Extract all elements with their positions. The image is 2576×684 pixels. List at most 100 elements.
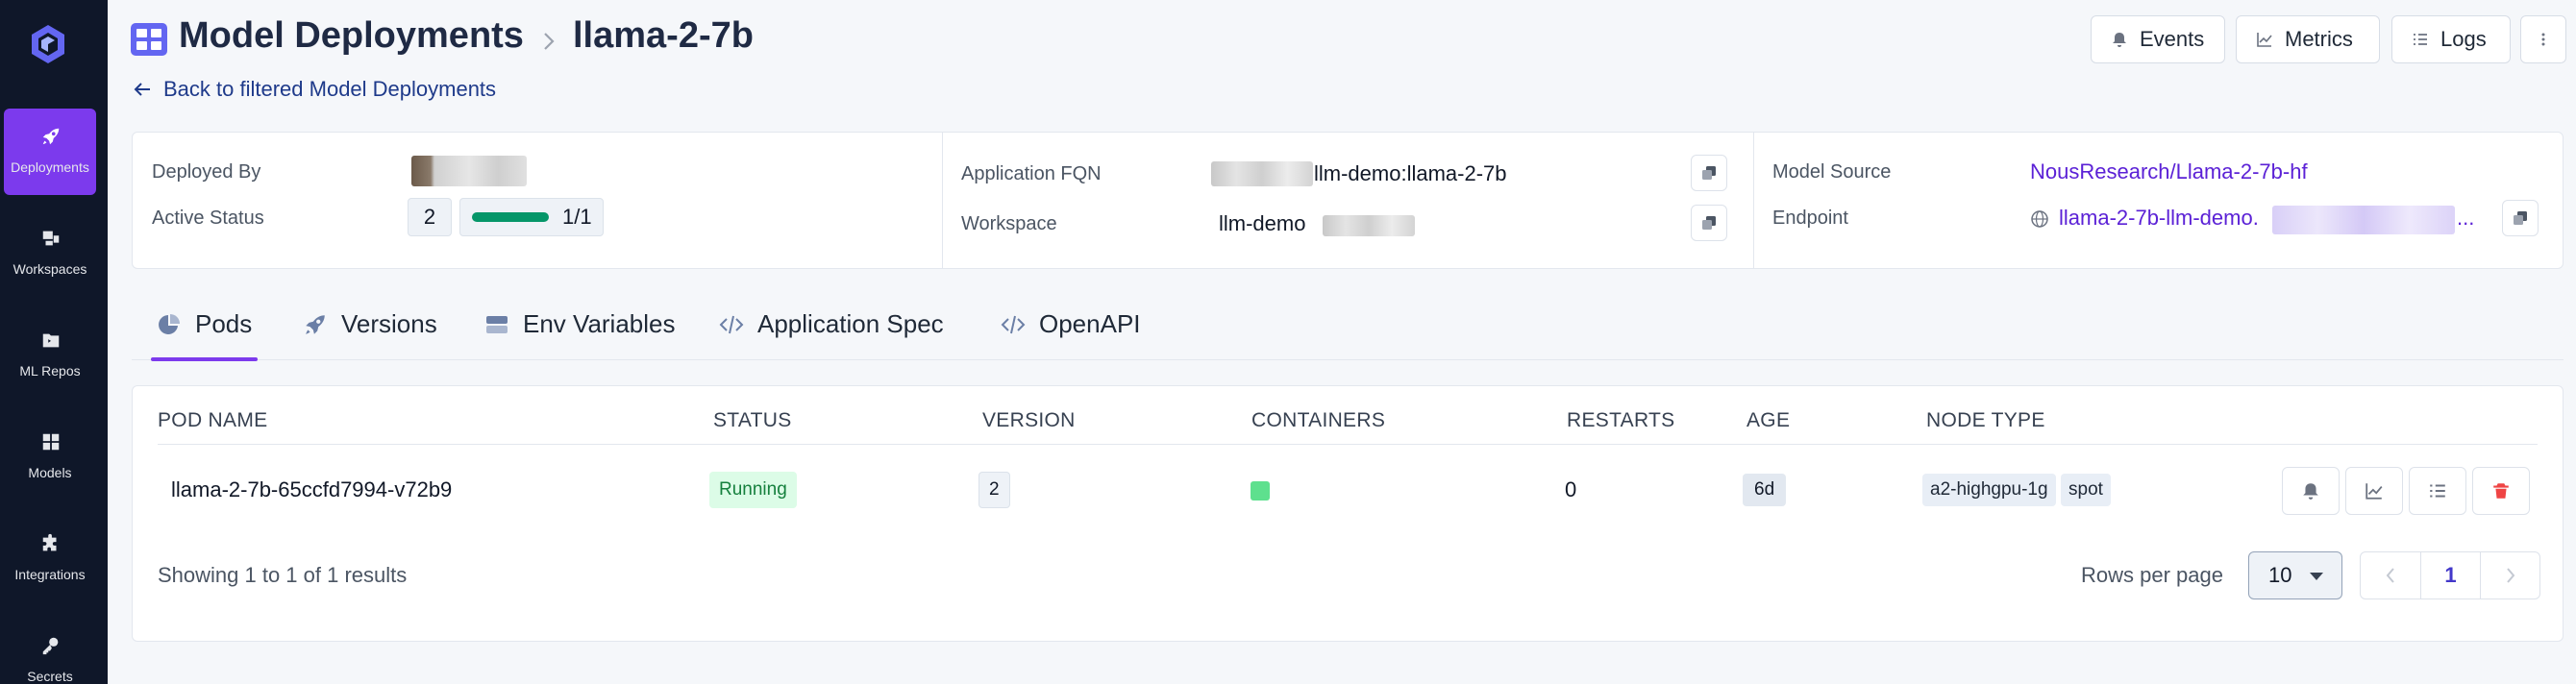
server-icon [486,315,508,333]
workspaces-icon [42,231,60,246]
sidebar-item-label: ML Repos [19,363,81,379]
pods-table: POD NAME STATUS VERSION CONTAINERS RESTA… [132,385,2564,642]
sidebar-item-label: Integrations [14,567,86,582]
copy-icon [1702,166,1716,180]
version-chip: 2 [978,472,1010,508]
tab-pods[interactable]: Pods [151,288,259,361]
pod-name[interactable]: llama-2-7b-65ccfd7994-v72b9 [171,477,452,502]
chevron-right-icon [544,33,555,50]
next-page-button[interactable] [2480,552,2539,598]
metrics-button-label: Metrics [2285,27,2353,51]
container-status-indicator[interactable] [1251,481,1270,501]
back-link-label: Back to filtered Model Deployments [163,77,497,101]
copy-fqn-button[interactable] [1691,155,1727,191]
sidebar-item-secrets[interactable]: Secrets [4,618,96,684]
events-button-label: Events [2140,27,2205,51]
copy-workspace-button[interactable] [1691,205,1727,241]
grid-icon [42,433,60,451]
code-icon [719,315,744,333]
status-badge: Running [709,472,797,508]
chevron-left-icon [2386,568,2394,583]
sidebar-item-models[interactable]: Models [4,414,96,501]
sidebar-item-label: Deployments [11,159,89,175]
sidebar-item-workspaces[interactable]: Workspaces [4,210,96,297]
node-type-chip: a2-highgpu-1g [1922,474,2056,506]
list-icon [2430,484,2445,498]
pod-delete-button[interactable] [2472,467,2530,515]
page-number-button[interactable]: 1 [2420,552,2480,598]
events-button[interactable]: Events [2091,15,2225,63]
application-fqn-label: Application FQN [961,163,1102,184]
column-header[interactable]: CONTAINERS [1251,409,1385,432]
pod-events-button[interactable] [2282,467,2340,515]
app-logo[interactable] [29,23,67,65]
sidebar-item-ml-repos[interactable]: ML Repos [4,312,96,399]
sidebar: Deployments Workspaces ML Repos Models I… [0,0,108,684]
sidebar-item-deployments[interactable]: Deployments [4,109,96,195]
restarts-value: 0 [1565,477,1577,501]
chart-line-icon [2257,33,2272,47]
active-status-version: 2 [408,198,452,236]
tab-label: Application Spec [757,309,944,338]
tab-label: Pods [195,309,253,338]
page-title[interactable]: Model Deployments [179,15,524,57]
page-subtitle: llama-2-7b [573,15,754,56]
list-icon [2414,34,2427,45]
pod-metrics-button[interactable] [2345,467,2403,515]
column-header[interactable]: NODE TYPE [1926,409,2045,432]
back-link[interactable]: Back to filtered Model Deployments [133,77,496,102]
column-header[interactable]: POD NAME [158,409,267,432]
logs-button[interactable]: Logs [2391,15,2511,63]
deployment-info-card: Deployed By Active Status 2 1/1 Applicat… [132,132,2564,269]
endpoint-link[interactable]: llama-2-7b-llm-demo. [2059,206,2259,231]
sidebar-item-label: Models [28,465,72,480]
sidebar-item-label: Workspaces [12,261,87,277]
rows-per-page-select[interactable]: 10 [2248,551,2342,599]
column-header[interactable]: STATUS [713,409,792,432]
folder-icon [42,333,60,348]
rows-per-page-value: 10 [2268,563,2292,587]
deployed-by-label: Deployed By [152,161,261,183]
tab-label: OpenAPI [1039,309,1141,338]
redacted-workspace-suffix [1323,215,1415,236]
application-fqn-value: llm-demo:llama-2-7b [1314,161,1507,185]
pod-logs-button[interactable] [2409,467,2466,515]
rocket-icon [306,314,325,334]
dashboard-icon [131,23,167,56]
prev-page-button[interactable] [2361,552,2420,598]
endpoint-label: Endpoint [1772,208,1848,229]
copy-endpoint-button[interactable] [2502,200,2539,236]
chart-line-icon [2365,483,2383,500]
active-status-replicas: 1/1 [459,198,604,236]
key-icon [42,637,59,655]
tab-versions[interactable]: Versions [297,288,443,360]
trash-icon [2493,483,2509,499]
more-options-button[interactable] [2520,15,2566,63]
chevron-right-icon [2506,568,2514,583]
puzzle-icon [42,533,57,551]
redacted-fqn-prefix [1211,161,1313,186]
bell-icon [2113,33,2126,47]
pagination: 1 [2360,551,2540,599]
rows-per-page-label: Rows per page [2081,563,2223,587]
tab-openapi[interactable]: OpenAPI [995,288,1147,360]
column-header[interactable]: AGE [1746,409,1790,432]
replica-progress-bar [472,212,549,222]
node-type-chip: spot [2061,474,2111,506]
endpoint-ellipsis: ... [2457,206,2475,230]
tab-application-spec[interactable]: Application Spec [713,288,950,360]
model-source-link[interactable]: NousResearch/Llama-2-7b-hf [2030,159,2308,184]
column-header[interactable]: RESTARTS [1567,409,1674,432]
active-status-label: Active Status [152,208,264,229]
tab-env-variables[interactable]: Env Variables [479,288,681,360]
tab-label: Versions [341,309,437,338]
metrics-button[interactable]: Metrics [2236,15,2380,63]
age-chip: 6d [1743,474,1787,506]
bell-icon [2303,483,2318,500]
workspace-value: llm-demo [1219,211,1306,235]
replica-ratio: 1/1 [562,205,592,229]
model-source-label: Model Source [1772,161,1892,183]
copy-icon [1702,216,1716,230]
sidebar-item-integrations[interactable]: Integrations [4,516,96,602]
column-header[interactable]: VERSION [982,409,1076,432]
